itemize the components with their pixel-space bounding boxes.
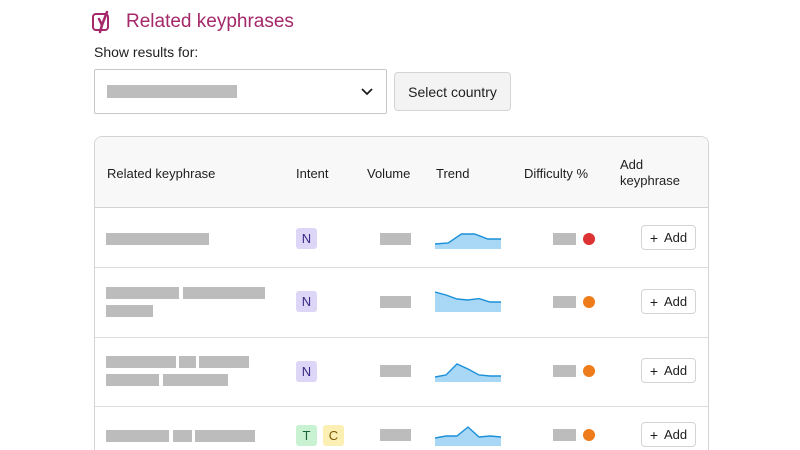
volume-placeholder <box>380 296 411 308</box>
intent-badge: C <box>323 425 344 446</box>
plus-icon: + <box>649 362 659 379</box>
keyphrase-select[interactable] <box>94 69 387 114</box>
difficulty-placeholder <box>553 233 576 245</box>
keyphrase-table: Related keyphrase Intent Volume Trend Di… <box>94 136 709 450</box>
page-header: Related keyphrases <box>92 8 294 36</box>
page-title: Related keyphrases <box>126 11 294 32</box>
keyphrase-placeholder <box>106 356 176 368</box>
add-label: Add <box>664 363 688 378</box>
trend-area <box>435 234 501 249</box>
trend-sparkline <box>435 233 501 249</box>
keyphrase-placeholder <box>106 374 159 386</box>
add-label: Add <box>664 427 688 442</box>
show-results-label: Show results for: <box>94 44 199 60</box>
intent-badge: N <box>296 361 317 382</box>
keyphrase-placeholder <box>106 233 209 245</box>
add-label: Add <box>664 230 688 245</box>
add-keyphrase-button[interactable]: + Add <box>641 358 696 383</box>
add-keyphrase-button[interactable]: + Add <box>641 289 696 314</box>
keyphrase-placeholder <box>179 356 196 368</box>
table-row: N + Add <box>95 268 708 338</box>
add-keyphrase-button[interactable]: + Add <box>641 422 696 447</box>
keyphrase-placeholder <box>163 374 228 386</box>
column-header-add-keyphrase: Add keyphrase <box>620 157 680 188</box>
difficulty-indicator <box>583 429 595 441</box>
table-row: N + Add <box>95 338 708 407</box>
column-header-keyphrase: Related keyphrase <box>107 166 216 181</box>
keyphrase-placeholder <box>199 356 249 368</box>
keyphrase-placeholder <box>106 430 169 442</box>
keyphrase-placeholder <box>106 305 153 317</box>
difficulty-indicator <box>583 296 595 308</box>
difficulty-placeholder <box>553 429 576 441</box>
keyphrase-placeholder <box>173 430 192 442</box>
column-header-difficulty: Difficulty % <box>524 166 589 181</box>
trend-area <box>435 364 501 382</box>
plus-icon: + <box>649 293 659 310</box>
table-row: N + Add <box>95 209 708 268</box>
table-header: Related keyphrase Intent Volume Trend Di… <box>95 137 708 208</box>
difficulty-indicator <box>583 233 595 245</box>
add-keyphrase-button[interactable]: + Add <box>641 225 696 250</box>
volume-placeholder <box>380 429 411 441</box>
difficulty-placeholder <box>553 365 576 377</box>
volume-placeholder <box>380 233 411 245</box>
trend-sparkline <box>435 363 501 382</box>
select-country-button[interactable]: Select country <box>394 72 511 111</box>
column-header-trend: Trend <box>436 166 470 181</box>
difficulty-indicator <box>583 365 595 377</box>
plus-icon: + <box>649 229 659 246</box>
chevron-down-icon <box>361 88 373 96</box>
table-row: T C + Add <box>95 407 708 450</box>
trend-sparkline <box>435 291 501 312</box>
intent-badge: T <box>296 425 317 446</box>
plus-icon: + <box>649 426 659 443</box>
keyphrase-placeholder <box>183 287 265 299</box>
keyphrase-placeholder <box>195 430 255 442</box>
intent-badge: N <box>296 228 317 249</box>
volume-placeholder <box>380 365 411 377</box>
select-value-placeholder <box>107 85 237 98</box>
trend-sparkline <box>435 426 501 446</box>
add-label: Add <box>664 294 688 309</box>
yoast-logo-icon <box>92 10 109 34</box>
difficulty-placeholder <box>553 296 576 308</box>
intent-badge: N <box>296 291 317 312</box>
column-header-intent: Intent <box>296 166 329 181</box>
column-header-volume: Volume <box>367 166 411 181</box>
keyphrase-placeholder <box>106 287 179 299</box>
